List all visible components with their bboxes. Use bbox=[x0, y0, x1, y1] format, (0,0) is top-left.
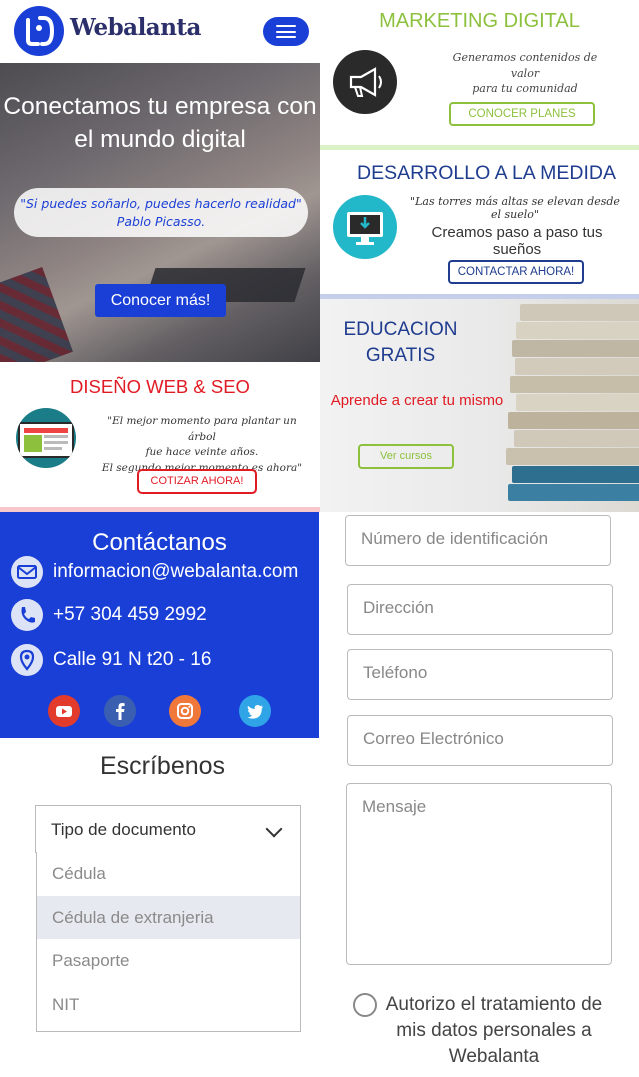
option-nit[interactable]: NIT bbox=[37, 983, 300, 1027]
message-field[interactable]: Mensaje bbox=[346, 783, 612, 965]
contact-phone[interactable]: +57 304 459 2992 bbox=[53, 604, 207, 626]
know-plans-button[interactable]: CONOCER PLANES bbox=[449, 102, 595, 126]
instagram-icon[interactable] bbox=[169, 695, 201, 727]
hero-banner: Conectamos tu empresa con el mundo digit… bbox=[0, 63, 320, 362]
view-courses-button[interactable]: Ver cursos bbox=[358, 444, 454, 469]
option-cedula[interactable]: Cédula bbox=[37, 852, 300, 896]
contact-title: Contáctanos bbox=[92, 529, 227, 556]
education-subtitle: Aprende a crear tu mismo bbox=[330, 392, 504, 409]
learn-more-button[interactable]: Conocer más! bbox=[95, 284, 226, 317]
youtube-icon[interactable] bbox=[48, 695, 80, 727]
brand-name[interactable]: Webalanta bbox=[70, 14, 201, 41]
website-icon bbox=[16, 408, 76, 468]
phone-field[interactable]: Teléfono bbox=[347, 649, 613, 700]
development-section: DESARROLLO A LA MEDIDA "Las torres más a… bbox=[320, 150, 639, 299]
monitor-download-icon bbox=[333, 195, 397, 259]
document-type-value: Tipo de documento bbox=[51, 820, 196, 839]
id-number-field[interactable]: Número de identificación bbox=[345, 515, 611, 566]
logo-icon[interactable] bbox=[14, 6, 64, 56]
hamburger-icon bbox=[276, 25, 296, 27]
contact-now-button[interactable]: CONTACTAR AHORA! bbox=[448, 260, 584, 284]
mail-icon bbox=[11, 556, 43, 588]
marketing-text: Generamos contenidos de valor para tu co… bbox=[452, 51, 598, 95]
option-cedula-extranjeria[interactable]: Cédula de extranjeria bbox=[37, 895, 300, 939]
contact-address: Calle 91 N t20 - 16 bbox=[53, 649, 212, 670]
web-seo-section: DISEÑO WEB & SEO "El mejor momento para … bbox=[0, 362, 320, 512]
location-pin-icon bbox=[11, 644, 43, 676]
marketing-title: MARKETING DIGITAL bbox=[379, 10, 580, 32]
quote-now-button[interactable]: COTIZAR AHORA! bbox=[137, 469, 257, 494]
web-seo-title: DISEÑO WEB & SEO bbox=[70, 376, 250, 397]
marketing-section: MARKETING DIGITAL Generamos contenidos d… bbox=[320, 0, 639, 150]
chevron-down-icon bbox=[265, 820, 283, 838]
option-pasaporte[interactable]: Pasaporte bbox=[37, 939, 300, 983]
consent-radio[interactable] bbox=[353, 993, 377, 1017]
address-field[interactable]: Dirección bbox=[347, 584, 613, 635]
facebook-icon[interactable] bbox=[104, 695, 136, 727]
phone-icon bbox=[11, 599, 43, 631]
education-section: EDUCACION GRATIS Aprende a crear tu mism… bbox=[320, 299, 639, 512]
twitter-icon[interactable] bbox=[239, 695, 271, 727]
education-title: EDUCACION GRATIS bbox=[343, 319, 458, 366]
document-type-options: Cédula Cédula de extranjeria Pasaporte N… bbox=[36, 852, 301, 1032]
web-seo-quote: "El mejor momento para plantar un árbol … bbox=[101, 415, 303, 474]
contact-section: Contáctanos informacion@webalanta.com +5… bbox=[0, 512, 319, 738]
development-title: DESARROLLO A LA MEDIDA bbox=[356, 162, 616, 184]
header: Webalanta bbox=[0, 0, 320, 63]
megaphone-icon bbox=[333, 50, 397, 114]
form-title: Escríbenos bbox=[99, 752, 226, 780]
hero-quote: "Si puedes soñarlo, puedes hacerlo reali… bbox=[14, 188, 308, 237]
consent-label[interactable]: Autorizo el tratamiento de mis datos per… bbox=[380, 992, 608, 1070]
contact-email[interactable]: informacion@webalanta.com bbox=[53, 561, 298, 583]
email-field[interactable]: Correo Electrónico bbox=[347, 715, 613, 766]
development-text: Creamos paso a paso tus sueños bbox=[431, 224, 603, 258]
document-type-select[interactable]: Tipo de documento bbox=[35, 805, 301, 853]
hero-title: Conectamos tu empresa con el mundo digit… bbox=[3, 93, 317, 153]
development-quote: "Las torres más altas se elevan desde el… bbox=[410, 195, 620, 221]
menu-button[interactable] bbox=[263, 17, 309, 46]
